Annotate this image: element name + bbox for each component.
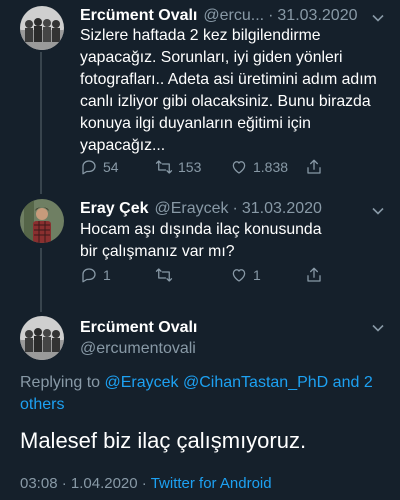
separator-dot: ·	[141, 475, 151, 492]
share-icon	[307, 159, 321, 174]
tweet-date[interactable]: 31.03.2020	[277, 6, 357, 26]
share-button[interactable]	[305, 265, 380, 285]
like-button[interactable]: 1	[230, 265, 305, 285]
tweet-text: Malesef biz ilaç çalışmıyoruz.	[20, 428, 307, 453]
tweet-header: Eray Çek @Eraycek · 31.03.2020	[80, 199, 388, 219]
tweet-date: 1.04.2020	[70, 475, 138, 492]
retweet-icon	[155, 268, 173, 282]
like-count: 1.838	[253, 159, 289, 175]
author-name[interactable]: Ercüment Ovalı	[80, 318, 197, 338]
reply-count: 54	[103, 159, 119, 175]
reply-button[interactable]: 54	[80, 157, 155, 177]
retweet-icon	[155, 160, 173, 174]
separator-dot: ·	[61, 475, 71, 492]
author-name[interactable]: Eray Çek	[80, 199, 149, 219]
retweet-button[interactable]	[155, 265, 230, 285]
replying-to: Replying to @Eraycek @CihanTastan_PhD an…	[20, 372, 388, 416]
heart-icon	[232, 269, 246, 282]
tweet-time: 03:08	[20, 475, 58, 492]
reply-icon	[82, 160, 96, 175]
chevron-down-icon[interactable]	[370, 320, 386, 336]
avatar[interactable]	[20, 316, 64, 360]
tweet-meta: 03:08 · 1.04.2020 · Twitter for Android	[20, 474, 272, 494]
retweet-count: 153	[178, 159, 202, 175]
separator-dot: ·	[232, 200, 238, 217]
tweet-actions: 1 1	[80, 265, 380, 285]
tweet-date[interactable]: 31.03.2020	[242, 199, 322, 219]
heart-icon	[232, 161, 246, 174]
replying-prefix: Replying to	[20, 374, 101, 391]
share-icon	[307, 267, 321, 282]
author-handle[interactable]: @Eraycek	[155, 199, 229, 219]
tweet-text: Hocam aşı dışında ilaç konusunda bir çal…	[80, 221, 326, 260]
tweet-text: Sizlere haftada 2 kez bilgilendirme yapa…	[80, 27, 382, 154]
chevron-down-icon[interactable]	[370, 10, 386, 26]
author-handle[interactable]: @ercu...	[203, 6, 264, 26]
author-handle[interactable]: @ercumentovali	[80, 339, 196, 359]
reply-icon	[82, 268, 96, 283]
retweet-button[interactable]: 153	[155, 157, 230, 177]
like-button[interactable]: 1.838	[230, 157, 305, 177]
tweet-actions: 54 153 1.838	[80, 157, 380, 177]
mention-link[interactable]: @CihanTastan_PhD	[183, 374, 328, 391]
like-count: 1	[253, 267, 261, 283]
tweet-header: Ercüment Ovalı @ercu... · 31.03.2020	[80, 6, 388, 26]
mention-link[interactable]: @Eraycek	[105, 374, 179, 391]
chevron-down-icon[interactable]	[370, 203, 386, 219]
tweet-source[interactable]: Twitter for Android	[151, 475, 272, 492]
separator-dot: ·	[268, 7, 274, 24]
author-name[interactable]: Ercüment Ovalı	[80, 6, 197, 26]
share-button[interactable]	[305, 157, 380, 177]
avatar[interactable]	[20, 6, 64, 50]
avatar[interactable]	[20, 199, 64, 243]
thread-line	[40, 248, 42, 312]
reply-count: 1	[103, 267, 111, 283]
thread-line	[40, 52, 42, 194]
reply-button[interactable]: 1	[80, 265, 155, 285]
